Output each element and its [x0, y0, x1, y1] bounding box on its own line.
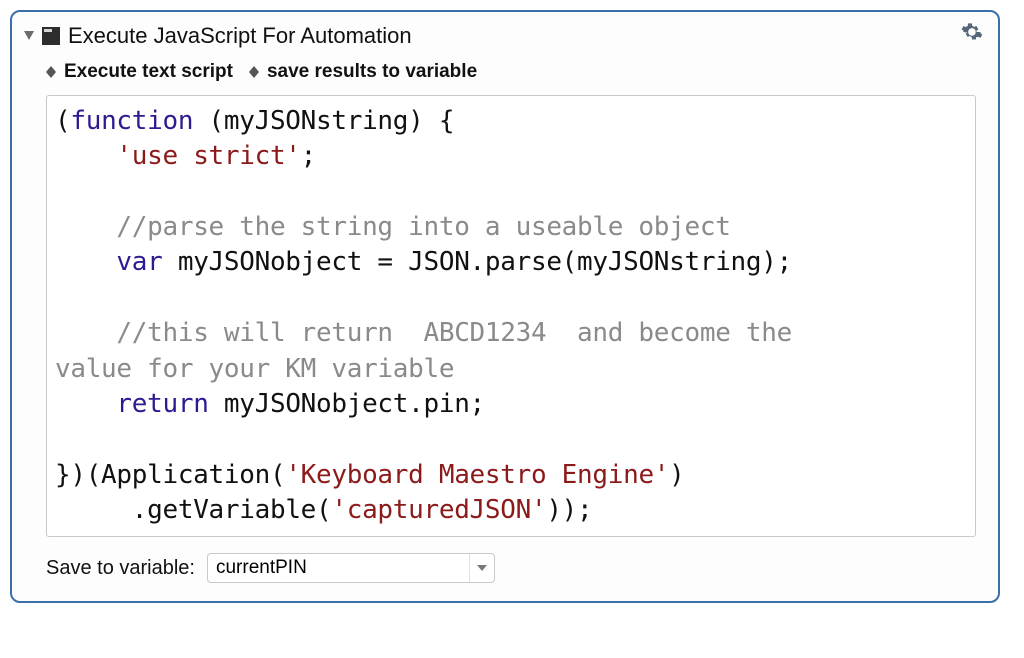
script-textarea[interactable]: (function (myJSONstring) { 'use strict';… — [46, 95, 976, 537]
code-string: 'capturedJSON' — [331, 495, 546, 525]
code-text: myJSONobject.pin; — [209, 389, 485, 419]
mode-stepper[interactable] — [46, 66, 56, 78]
options-row: Execute text script save results to vari… — [24, 57, 986, 91]
save-to-variable-label: Save to variable: — [46, 557, 195, 580]
footer-row: Save to variable: — [24, 549, 986, 587]
code-text: (myJSONstring) { — [193, 106, 454, 136]
code-text: ; — [301, 141, 316, 171]
code-keyword-function: function — [70, 106, 193, 136]
terminal-icon — [42, 27, 60, 45]
mode-label: Execute text script — [64, 61, 233, 83]
variable-name-input[interactable] — [208, 555, 469, 581]
code-string: 'Keyboard Maestro Engine' — [285, 460, 669, 490]
code-string: 'use strict' — [116, 141, 300, 171]
code-keyword-var: var — [116, 247, 162, 277]
code-text: .getVariable( — [55, 495, 331, 525]
action-title: Execute JavaScript For Automation — [68, 23, 960, 49]
header-row: Execute JavaScript For Automation — [24, 16, 986, 57]
code-comment: value for your KM variable — [55, 354, 454, 384]
action-panel: Execute JavaScript For Automation Execut… — [10, 10, 1000, 603]
code-indent — [55, 389, 116, 419]
code-text: })(Application( — [55, 460, 285, 490]
code-text: ) — [669, 460, 684, 490]
variable-name-combo[interactable] — [207, 553, 495, 583]
code-indent — [55, 247, 116, 277]
code-comment: //this will return ABCD1234 and become t… — [55, 318, 807, 348]
code-text: ( — [55, 106, 70, 136]
output-label: save results to variable — [267, 61, 477, 83]
code-text: )); — [546, 495, 592, 525]
output-stepper[interactable] — [249, 66, 259, 78]
code-indent — [55, 141, 116, 171]
code-keyword-return: return — [116, 389, 208, 419]
disclosure-triangle-icon[interactable] — [24, 31, 34, 40]
gear-icon[interactable] — [960, 20, 986, 51]
chevron-down-icon[interactable] — [469, 554, 494, 582]
code-comment: //parse the string into a useable object — [55, 212, 731, 242]
code-text: myJSONobject = JSON.parse(myJSONstring); — [162, 247, 792, 277]
